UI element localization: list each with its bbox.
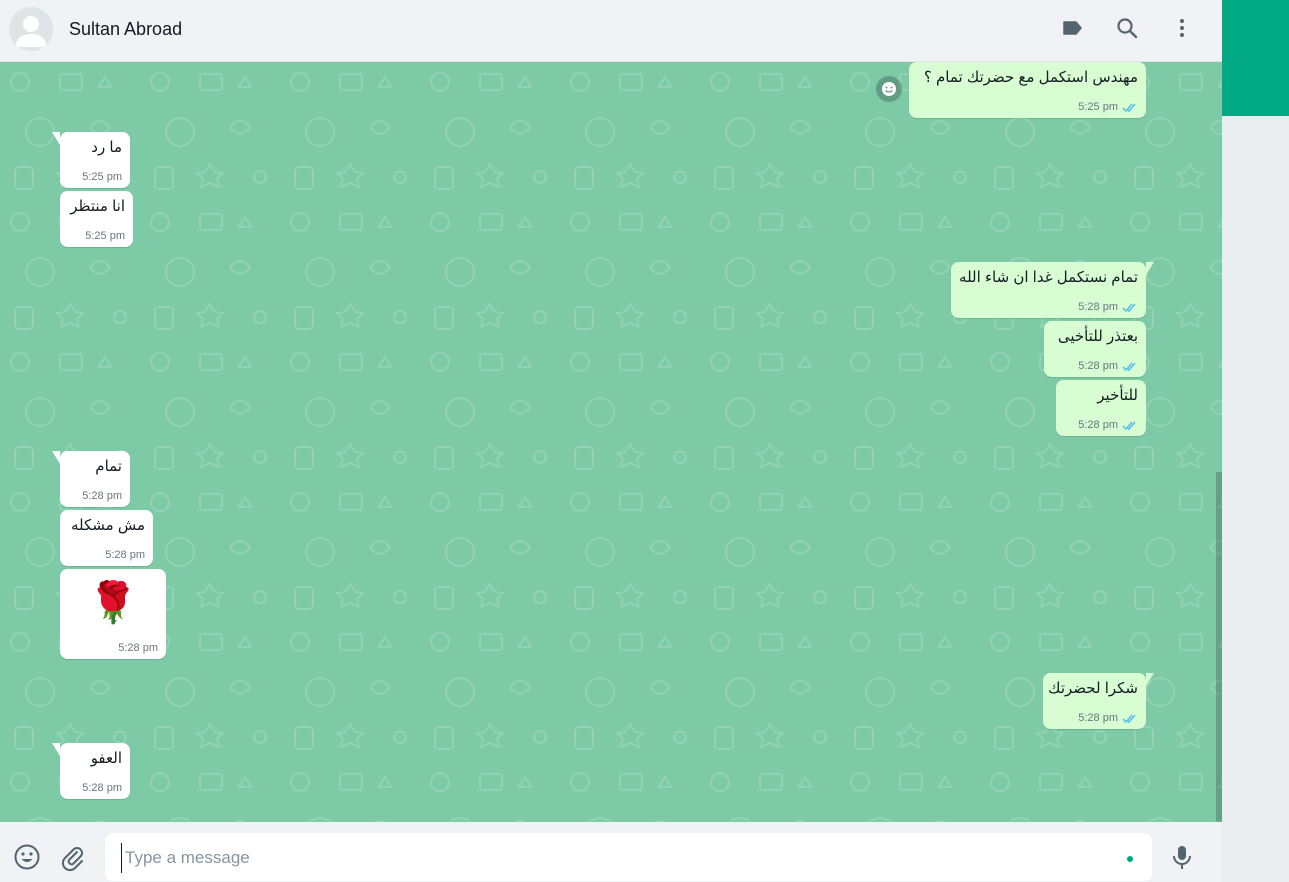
mic-icon[interactable] <box>1168 843 1196 871</box>
message-bubble[interactable]: العفو 5:28 pm <box>52 743 130 799</box>
message-time: 5:28 pm <box>118 642 158 654</box>
message-meta: 5:28 pm <box>105 549 145 561</box>
react-emoji-icon[interactable] <box>876 76 902 102</box>
message-meta: 5:28 pm <box>82 782 122 794</box>
message-time: 5:25 pm <box>82 171 122 183</box>
rose-sticker: 🌹 <box>88 581 138 625</box>
chat-wallpaper <box>0 62 1222 822</box>
message-text: تمام <box>95 458 122 475</box>
read-ticks-icon <box>1122 103 1136 112</box>
message-bubble[interactable]: تمام 5:28 pm <box>52 451 130 507</box>
message-time: 5:28 pm <box>1078 712 1118 724</box>
message-input-box[interactable] <box>105 833 1152 881</box>
side-panel <box>1222 116 1289 882</box>
message-text: بعتذر للتأخيى <box>1057 328 1138 345</box>
search-icon[interactable] <box>1113 14 1141 42</box>
message-meta: 5:25 pm <box>82 171 122 183</box>
message-meta: 5:25 pm <box>1078 101 1138 113</box>
message-bubble[interactable]: ما رد 5:25 pm <box>52 132 130 188</box>
whatsapp-app: Sultan Abroad مهندس استكمل مع حضرتك تمام… <box>0 0 1289 882</box>
message-time: 5:28 pm <box>82 782 122 794</box>
message-meta: 5:25 pm <box>85 230 125 242</box>
message-time: 5:28 pm <box>1078 419 1118 431</box>
message-time: 5:28 pm <box>82 490 122 502</box>
side-panel-header <box>1222 0 1289 116</box>
message-bubble[interactable]: للتأخير 5:28 pm <box>1056 380 1146 436</box>
message-text: مش مشكله <box>70 517 145 534</box>
message-input[interactable] <box>121 843 1107 873</box>
attach-icon[interactable] <box>58 843 86 871</box>
contact-avatar[interactable] <box>9 7 53 51</box>
message-text: مهندس استكمل مع حضرتك تمام ؟ <box>923 69 1138 86</box>
message-time: 5:28 pm <box>105 549 145 561</box>
contact-name[interactable]: Sultan Abroad <box>69 19 182 40</box>
message-meta: 5:28 pm <box>1078 301 1138 313</box>
message-meta: 5:28 pm <box>118 642 158 654</box>
menu-icon[interactable] <box>1168 14 1196 42</box>
message-bubble[interactable]: تمام نستكمل غدا ان شاء الله 5:28 pm <box>951 262 1154 318</box>
read-ticks-icon <box>1122 714 1136 723</box>
status-dot <box>1127 856 1133 862</box>
chat-header: Sultan Abroad <box>0 0 1222 62</box>
message-text: للتأخير <box>1097 387 1138 404</box>
message-text: شكرا لحضرتك <box>1048 680 1138 697</box>
message-time: 5:28 pm <box>1078 301 1118 313</box>
message-text: تمام نستكمل غدا ان شاء الله <box>959 269 1138 286</box>
message-time: 5:28 pm <box>1078 360 1118 372</box>
message-text: العفو <box>90 750 122 767</box>
message-time: 5:25 pm <box>1078 101 1118 113</box>
message-meta: 5:28 pm <box>1078 712 1138 724</box>
read-ticks-icon <box>1122 421 1136 430</box>
message-meta: 5:28 pm <box>1078 360 1138 372</box>
read-ticks-icon <box>1122 362 1136 371</box>
message-bubble[interactable]: شكرا لحضرتك 5:28 pm <box>1043 673 1154 729</box>
message-text: انا منتظر <box>70 198 125 215</box>
emoji-icon[interactable] <box>13 843 41 871</box>
message-bubble[interactable]: مش مشكله 5:28 pm <box>60 510 153 566</box>
chat-scrollbar[interactable] <box>1216 472 1222 822</box>
read-ticks-icon <box>1122 303 1136 312</box>
message-bubble[interactable]: انا منتظر 5:25 pm <box>60 191 133 247</box>
message-text: ما رد <box>91 139 122 156</box>
sticker-message[interactable]: 🌹 5:28 pm <box>60 569 166 659</box>
chat-area[interactable] <box>0 62 1222 822</box>
label-icon[interactable] <box>1058 14 1086 42</box>
message-meta: 5:28 pm <box>82 490 122 502</box>
message-bubble[interactable]: مهندس استكمل مع حضرتك تمام ؟ 5:25 pm <box>909 62 1146 118</box>
message-bubble[interactable]: بعتذر للتأخيى 5:28 pm <box>1044 321 1146 377</box>
message-meta: 5:28 pm <box>1078 419 1138 431</box>
message-time: 5:25 pm <box>85 230 125 242</box>
